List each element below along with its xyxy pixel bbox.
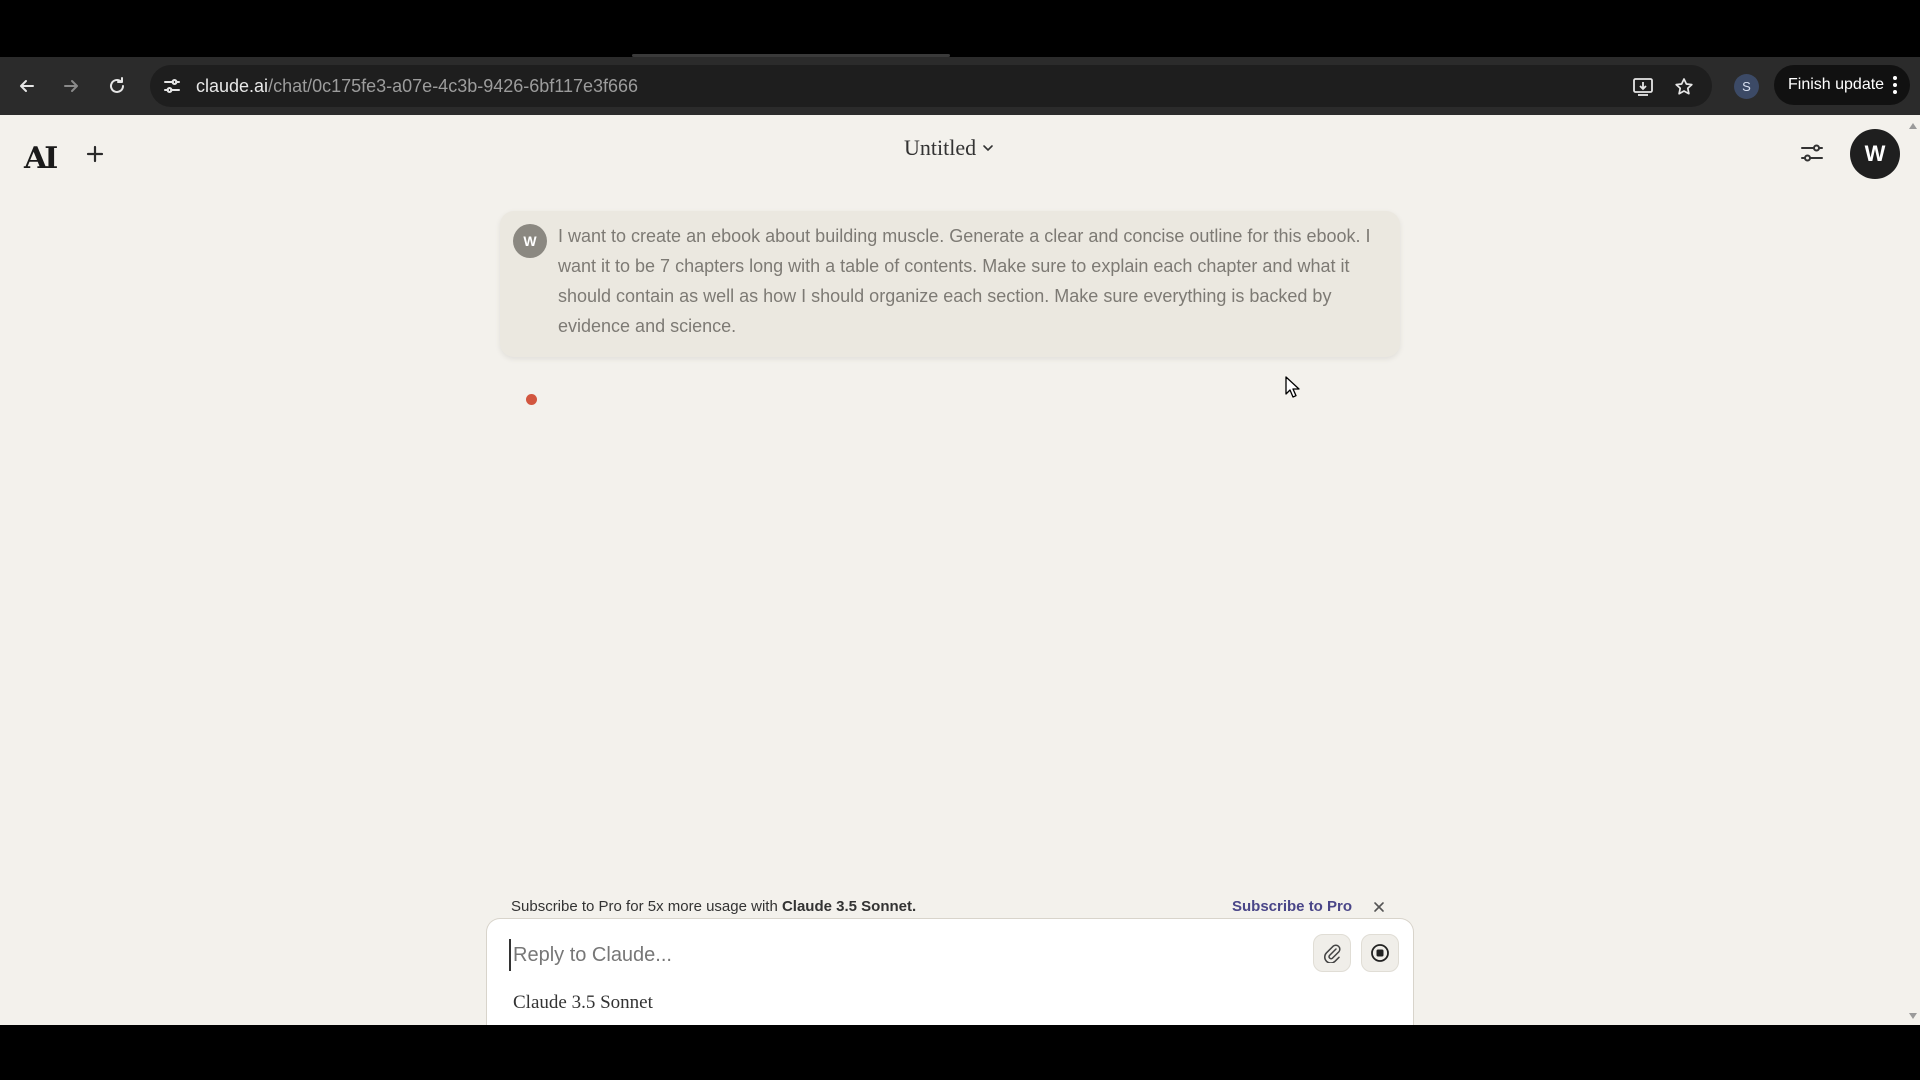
chat-title: Untitled: [904, 135, 977, 160]
site-info-button[interactable]: [158, 72, 186, 100]
tune-icon: [164, 79, 180, 93]
scroll-up-icon[interactable]: [1909, 123, 1917, 129]
subscribe-to-pro-link[interactable]: Subscribe to Pro: [1232, 893, 1352, 921]
url-host: claude.ai: [196, 76, 269, 96]
scrollbar[interactable]: [1906, 115, 1920, 1025]
bookmark-button[interactable]: [1669, 72, 1699, 102]
forward-arrow-icon: [64, 80, 78, 92]
page-viewport: AI Untitled W W I want to create an eboo…: [0, 115, 1920, 1025]
reply-input[interactable]: [509, 939, 1275, 971]
chat-title-dropdown[interactable]: Untitled: [904, 133, 994, 163]
promo-text: Subscribe to Pro for 5x more usage with: [511, 898, 782, 915]
back-arrow-icon: [20, 80, 34, 92]
url-text[interactable]: claude.ai/chat/0c175fe3-a07e-4c3b-9426-6…: [196, 74, 638, 98]
scroll-down-icon[interactable]: [1909, 1013, 1917, 1019]
settings-sliders-icon[interactable]: [1798, 139, 1826, 167]
url-path: /chat/0c175fe3-a07e-4c3b-9426-6bf117e3f6…: [268, 76, 639, 96]
chevron-down-icon: [983, 145, 993, 152]
finish-update-button[interactable]: Finish update: [1774, 65, 1910, 105]
paperclip-icon: [1324, 944, 1341, 963]
response-loading-indicator: [526, 394, 537, 405]
reload-button[interactable]: [102, 71, 132, 101]
reply-composer: Claude 3.5 Sonnet: [486, 918, 1414, 1025]
reload-icon: [110, 77, 124, 93]
mouse-cursor-icon: [1285, 376, 1300, 398]
record-icon: [1371, 944, 1389, 962]
anthropic-logo[interactable]: AI: [24, 141, 58, 176]
attach-button[interactable]: [1313, 934, 1351, 972]
back-button[interactable]: [12, 71, 42, 101]
message-avatar: W: [513, 224, 547, 258]
close-icon[interactable]: [1371, 899, 1387, 915]
install-app-button[interactable]: [1628, 72, 1658, 102]
promo-model: Claude 3.5 Sonnet.: [781, 898, 917, 915]
user-message: W I want to create an ebook about buildi…: [500, 211, 1400, 357]
voice-mode-button[interactable]: [1361, 934, 1399, 972]
message-text: I want to create an ebook about building…: [558, 226, 1371, 336]
model-selector[interactable]: Claude 3.5 Sonnet: [513, 989, 653, 1017]
install-icon: [1633, 78, 1653, 96]
browser-profile-avatar[interactable]: S: [1734, 74, 1759, 99]
forward-button[interactable]: [56, 71, 86, 101]
more-vert-icon: [1893, 76, 1897, 94]
user-avatar[interactable]: W: [1850, 129, 1900, 179]
new-chat-plus-icon[interactable]: [84, 143, 106, 165]
finish-update-label: Finish update: [1788, 76, 1885, 93]
star-icon: [1675, 78, 1693, 95]
